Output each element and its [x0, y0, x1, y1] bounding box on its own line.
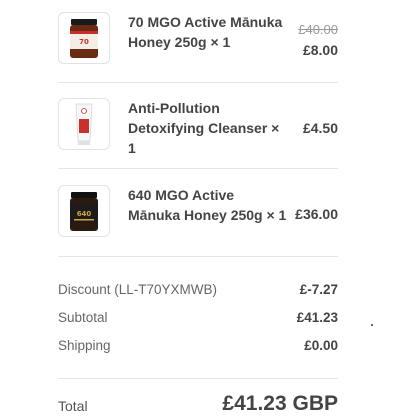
subtotal-value: £41.23 — [296, 310, 338, 325]
product-thumbnail: 70 — [58, 12, 110, 64]
shipping-row: Shipping £0.00 — [58, 336, 338, 356]
line-item: Anti-Pollution Detoxifying Cleanser × 1 … — [58, 98, 338, 168]
honey-jar-dark-icon: 640 — [70, 192, 98, 231]
discount-label: Discount (LL-T70YXMWB) — [58, 282, 218, 297]
product-thumbnail — [58, 98, 110, 150]
svg-text:640: 640 — [77, 210, 92, 218]
total-value: £41.23 GBP — [222, 392, 338, 415]
cursor-dot — [371, 324, 373, 326]
item-price: £4.50 — [302, 120, 338, 136]
discount-row: Discount (LL-T70YXMWB) £-7.27 — [58, 280, 338, 300]
product-thumbnail: 640 — [58, 185, 110, 237]
subtotal-row: Subtotal £41.23 — [58, 308, 338, 328]
divider — [58, 82, 338, 83]
shipping-value: £0.00 — [304, 338, 338, 353]
cleanser-tube-icon — [75, 103, 93, 145]
sale-price: £8.00 — [302, 42, 338, 58]
line-item: 640 640 MGO Active Mānuka Honey 250g × 1… — [58, 185, 338, 255]
item-name: 640 MGO Active Mānuka Honey 250g × 1 — [128, 187, 287, 223]
divider — [58, 256, 338, 257]
item-name: 70 MGO Active Mānuka Honey 250g × 1 — [128, 14, 283, 50]
line-item: 70 70 MGO Active Mānuka Honey 250g × 1 £… — [58, 12, 338, 82]
original-price: £40.00 — [298, 22, 338, 37]
item-price: £36.00 — [295, 206, 338, 222]
svg-text:70: 70 — [79, 38, 89, 46]
shipping-label: Shipping — [58, 338, 111, 353]
item-name: Anti-Pollution Detoxifying Cleanser × 1 — [128, 100, 280, 156]
discount-value: £-7.27 — [299, 282, 338, 297]
total-label: Total — [58, 398, 88, 414]
order-summary: 70 70 MGO Active Mānuka Honey 250g × 1 £… — [0, 0, 420, 420]
item-price: £40.00 £8.00 — [298, 20, 338, 60]
honey-jar-icon: 70 — [70, 19, 98, 58]
divider — [58, 168, 338, 169]
subtotal-label: Subtotal — [58, 310, 108, 325]
divider — [58, 378, 338, 379]
